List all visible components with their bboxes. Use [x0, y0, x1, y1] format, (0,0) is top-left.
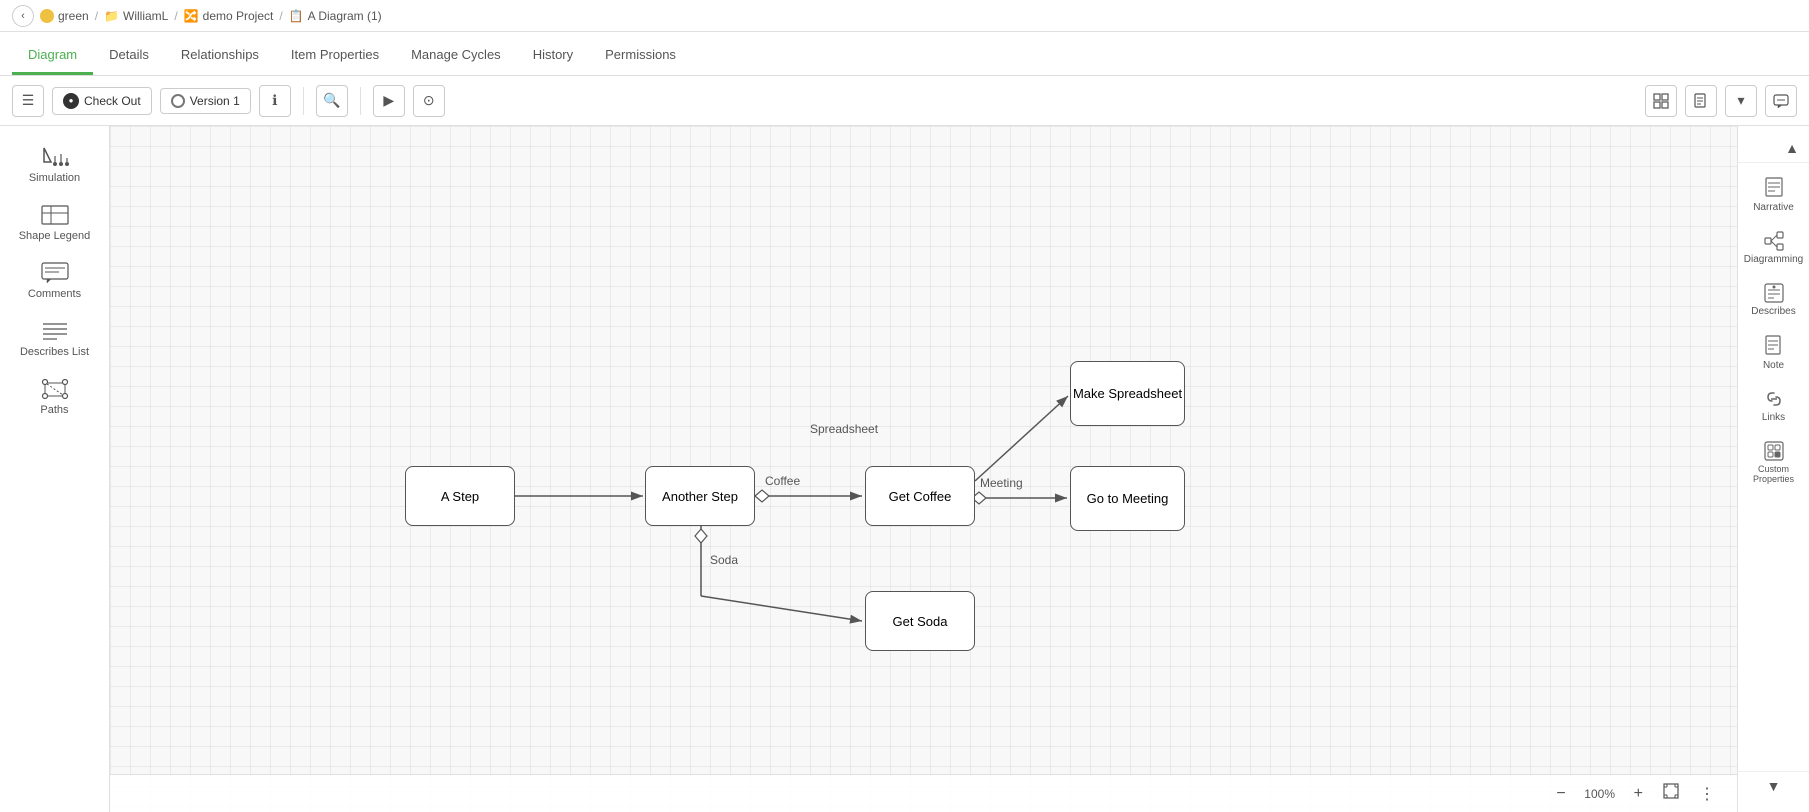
back-button[interactable]: ‹	[12, 5, 34, 27]
scroll-down-button[interactable]: ▼	[1765, 776, 1783, 796]
search-button[interactable]: 🔍	[316, 85, 348, 117]
breadcrumb-folder[interactable]: 📁 WilliamL	[104, 9, 168, 23]
tab-item-properties[interactable]: Item Properties	[275, 37, 395, 75]
more-button[interactable]: ⋮	[1693, 782, 1721, 806]
paths-icon	[41, 378, 69, 400]
bottom-bar: − 100% + ⋮	[110, 774, 1737, 812]
right-panel-top: ▲	[1738, 134, 1809, 163]
tab-diagram[interactable]: Diagram	[12, 37, 93, 75]
left-panel-comments[interactable]: Comments	[10, 254, 100, 308]
toolbar: ☰ ● Check Out Version 1 ℹ 🔍 ▶ ⊙	[0, 76, 1809, 126]
play-icon: ▶	[383, 92, 394, 109]
left-panel-shape-legend[interactable]: Shape Legend	[10, 196, 100, 250]
breadcrumb-sep-2: /	[174, 9, 177, 23]
edge-label-meeting: Meeting	[980, 476, 1023, 490]
focus-icon: ⊙	[423, 92, 435, 109]
left-panel: Simulation Shape Legend Comments	[0, 126, 110, 812]
user-icon	[40, 9, 54, 23]
breadcrumb-diagram[interactable]: 📋 A Diagram (1)	[289, 9, 382, 23]
diagram-icon: 📋	[289, 9, 304, 23]
links-icon	[1764, 389, 1784, 409]
zoom-in-button[interactable]: +	[1628, 783, 1649, 805]
breadcrumb-sep-3: /	[279, 9, 282, 23]
project-icon: 🔀	[184, 9, 199, 23]
right-panel-diagramming[interactable]: Diagramming	[1740, 223, 1808, 273]
left-panel-paths[interactable]: Paths	[10, 370, 100, 424]
zoom-out-button[interactable]: −	[1550, 783, 1571, 805]
node-go-to-meeting[interactable]: Go to Meeting	[1070, 466, 1185, 531]
right-panel-bottom: ▼	[1738, 771, 1809, 800]
toolbar-separator-2	[360, 87, 361, 115]
scroll-up-button[interactable]: ▲	[1783, 138, 1801, 158]
menu-button[interactable]: ☰	[12, 85, 44, 117]
left-panel-simulation[interactable]: Simulation	[10, 138, 100, 192]
canvas-area[interactable]: A Step Another Step Get Coffee Make Spre…	[110, 126, 1737, 812]
node-get-soda[interactable]: Get Soda	[865, 591, 975, 651]
right-panel: ▲ Narrative Diagramming	[1737, 126, 1809, 812]
shape-legend-icon	[41, 204, 69, 226]
tab-bar: Diagram Details Relationships Item Prope…	[0, 32, 1809, 76]
breadcrumb-sep-1: /	[95, 9, 98, 23]
node-get-coffee[interactable]: Get Coffee	[865, 466, 975, 526]
right-panel-narrative[interactable]: Narrative	[1740, 169, 1808, 221]
chat-icon	[1773, 93, 1789, 109]
info-button[interactable]: ℹ	[259, 85, 291, 117]
fit-icon	[1663, 783, 1679, 799]
left-panel-describes-list[interactable]: Describes List	[10, 312, 100, 366]
doc-icon	[1693, 93, 1709, 109]
edge-label-soda: Soda	[710, 553, 738, 567]
search-icon: 🔍	[323, 92, 340, 109]
doc-button[interactable]	[1685, 85, 1717, 117]
describes-list-icon	[41, 320, 69, 342]
custom-properties-icon	[1764, 441, 1784, 461]
chat-button[interactable]	[1765, 85, 1797, 117]
simulation-icon	[41, 146, 69, 168]
checkout-icon: ●	[63, 93, 79, 109]
folder-icon: 📁	[104, 9, 119, 23]
version-icon	[171, 94, 185, 108]
dropdown-button[interactable]: ▾	[1725, 85, 1757, 117]
tab-permissions[interactable]: Permissions	[589, 37, 692, 75]
grid-button[interactable]	[1645, 85, 1677, 117]
right-panel-describes[interactable]: Describes	[1740, 275, 1808, 325]
tab-manage-cycles[interactable]: Manage Cycles	[395, 37, 517, 75]
tab-history[interactable]: History	[517, 37, 589, 75]
edge-label-spreadsheet: Spreadsheet	[810, 422, 878, 436]
checkout-button[interactable]: ● Check Out	[52, 87, 152, 115]
breadcrumb-project[interactable]: 🔀 demo Project	[184, 9, 274, 23]
tab-relationships[interactable]: Relationships	[165, 37, 275, 75]
dropdown-icon: ▾	[1737, 92, 1744, 109]
edge-label-coffee: Coffee	[765, 474, 800, 488]
play-button[interactable]: ▶	[373, 85, 405, 117]
right-panel-links[interactable]: Links	[1740, 381, 1808, 431]
breadcrumb: ‹ green / 📁 WilliamL / 🔀 demo Project / …	[0, 0, 1809, 32]
fit-button[interactable]	[1657, 781, 1685, 806]
describes-icon	[1764, 283, 1784, 303]
tab-details[interactable]: Details	[93, 37, 165, 75]
grid-icon	[1653, 93, 1669, 109]
breadcrumb-user[interactable]: green	[40, 9, 89, 23]
narrative-icon	[1764, 177, 1784, 199]
node-make-spreadsheet[interactable]: Make Spreadsheet	[1070, 361, 1185, 426]
main-layout: Simulation Shape Legend Comments	[0, 126, 1809, 812]
menu-icon: ☰	[22, 92, 35, 109]
node-a-step[interactable]: A Step	[405, 466, 515, 526]
version-button[interactable]: Version 1	[160, 88, 251, 114]
note-icon	[1764, 335, 1784, 357]
right-panel-note[interactable]: Note	[1740, 327, 1808, 379]
diagramming-icon	[1764, 231, 1784, 251]
node-another-step[interactable]: Another Step	[645, 466, 755, 526]
info-icon: ℹ	[272, 92, 277, 109]
focus-button[interactable]: ⊙	[413, 85, 445, 117]
zoom-level: 100%	[1580, 787, 1620, 801]
toolbar-separator-1	[303, 87, 304, 115]
right-panel-custom-properties[interactable]: Custom Properties	[1740, 433, 1808, 492]
comments-icon	[41, 262, 69, 284]
